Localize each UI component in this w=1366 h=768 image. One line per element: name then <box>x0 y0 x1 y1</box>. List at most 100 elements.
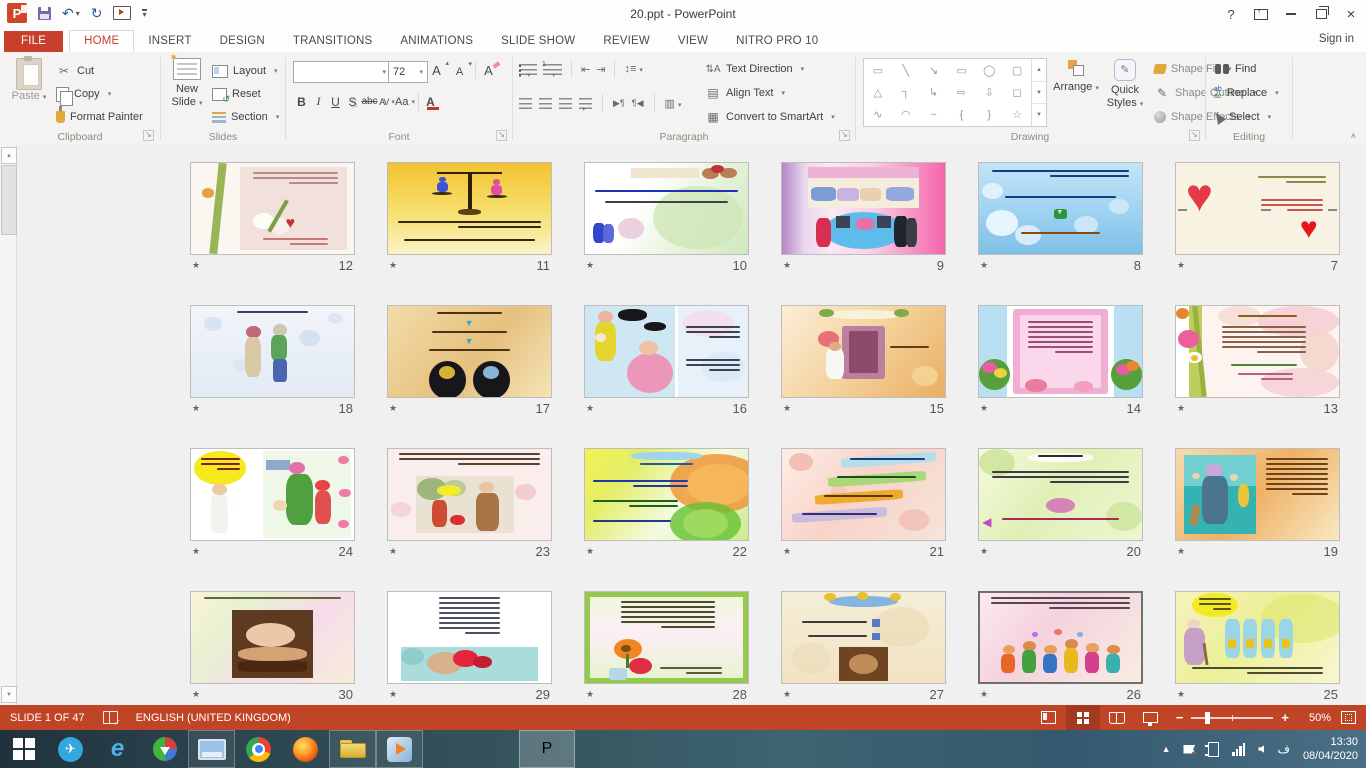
slide-thumbnail-8[interactable]: ▼ <box>978 162 1143 255</box>
slide-show-button[interactable] <box>1134 705 1168 730</box>
text-direction-button[interactable]: ⇅A Text Direction <box>701 58 808 80</box>
bullets-button[interactable] <box>519 64 537 75</box>
select-button[interactable]: Select <box>1210 106 1275 128</box>
shapes-scroll-down-icon[interactable]: ▼ <box>1032 81 1046 104</box>
animation-star-icon[interactable]: ★ <box>389 260 397 271</box>
slide-thumbnail-20[interactable]: ◀ <box>978 448 1143 541</box>
shape-option-icon[interactable]: ↳ <box>920 81 948 103</box>
slide-thumbnail-21[interactable] <box>781 448 946 541</box>
font-size-combo[interactable]: 72▾ <box>388 61 428 83</box>
taskbar-firefox-button[interactable] <box>282 730 329 768</box>
align-center-button[interactable] <box>539 98 552 109</box>
zoom-slider-thumb[interactable] <box>1205 712 1210 724</box>
shape-option-icon[interactable]: ◻ <box>1003 81 1031 103</box>
slide-thumbnail-7[interactable]: ♥♥ <box>1175 162 1340 255</box>
animation-star-icon[interactable]: ★ <box>783 260 791 271</box>
right-to-left-button[interactable]: ¶◀ <box>632 98 644 109</box>
taskbar-player-button[interactable] <box>376 730 423 768</box>
animation-star-icon[interactable]: ★ <box>980 403 988 414</box>
line-spacing-button[interactable]: ↕≡ <box>624 63 642 75</box>
shape-option-icon[interactable]: ▭ <box>864 59 892 81</box>
reset-button[interactable]: Reset <box>208 83 265 105</box>
spell-check-icon[interactable] <box>103 711 118 724</box>
minimize-button[interactable] <box>1276 3 1306 25</box>
paragraph-dialog-launcher[interactable]: ↘ <box>839 130 850 141</box>
left-to-right-button[interactable]: ▶¶ <box>613 98 625 109</box>
zoom-slider[interactable] <box>1191 717 1273 719</box>
fit-slide-to-window-icon[interactable] <box>1341 711 1356 724</box>
restore-button[interactable] <box>1306 3 1336 25</box>
shapes-scroll-up-icon[interactable]: ▲ <box>1032 59 1046 81</box>
ribbon-display-options-button[interactable] <box>1246 3 1276 25</box>
keyboard-language-indicator[interactable]: ف <box>1277 742 1289 756</box>
slide-thumbnail-12[interactable]: ♥ <box>190 162 355 255</box>
text-shadow-button[interactable]: S <box>344 92 361 111</box>
animation-star-icon[interactable]: ★ <box>192 546 200 557</box>
clipboard-dialog-launcher[interactable]: ↘ <box>143 130 154 141</box>
strikethrough-button[interactable]: abc <box>361 92 378 111</box>
tab-slide-show[interactable]: SLIDE SHOW <box>487 31 589 52</box>
taskbar-ie-button[interactable]: e <box>94 730 141 768</box>
cut-button[interactable]: ✂ Cut <box>52 60 98 82</box>
slide-thumbnail-27[interactable] <box>781 591 946 684</box>
align-left-button[interactable] <box>519 98 532 109</box>
action-center-flag-icon[interactable] <box>1183 745 1195 754</box>
animation-star-icon[interactable]: ★ <box>192 689 200 700</box>
slide-thumbnail-17[interactable]: ▼▼ <box>387 305 552 398</box>
tab-review[interactable]: REVIEW <box>589 31 664 52</box>
help-button[interactable]: ? <box>1216 3 1246 25</box>
shape-option-icon[interactable]: { <box>948 104 976 126</box>
clock[interactable]: 13:30 08/04/2020 <box>1303 735 1358 763</box>
increase-font-size-button[interactable]: A <box>428 61 445 80</box>
drawing-dialog-launcher[interactable]: ↘ <box>1189 130 1200 141</box>
paste-button[interactable]: Paste <box>8 58 50 104</box>
quick-styles-button[interactable]: ✎ Quick Styles <box>1102 59 1148 111</box>
slide-thumbnail-15[interactable] <box>781 305 946 398</box>
scrollbar-thumb[interactable] <box>1 165 17 235</box>
copy-button[interactable]: Copy <box>52 83 115 105</box>
scrollbar-up-icon[interactable]: ▲ <box>1 147 17 164</box>
justify-button[interactable] <box>579 98 592 109</box>
scrollbar-down-icon[interactable]: ▼ <box>1 686 17 703</box>
animation-star-icon[interactable]: ★ <box>783 689 791 700</box>
shape-gallery[interactable]: ▭╲↘▭◯▢△┐↳⇨⇩◻∿◠~{}☆ ▲ ▼ ▼ <box>863 58 1047 127</box>
font-name-combo[interactable]: ▾ <box>293 61 391 83</box>
sign-in-link[interactable]: Sign in <box>1319 33 1354 45</box>
animation-star-icon[interactable]: ★ <box>586 546 594 557</box>
collapse-ribbon-icon[interactable]: ˄ <box>1351 131 1356 141</box>
taskbar-telegram-button[interactable]: ✈ <box>47 730 94 768</box>
slide-thumbnail-28[interactable] <box>584 591 749 684</box>
tab-insert[interactable]: INSERT <box>134 31 205 52</box>
shape-option-icon[interactable]: ▢ <box>1003 59 1031 81</box>
animation-star-icon[interactable]: ★ <box>586 260 594 271</box>
animation-star-icon[interactable]: ★ <box>980 546 988 557</box>
underline-button[interactable]: U <box>327 92 344 111</box>
animation-star-icon[interactable]: ★ <box>389 546 397 557</box>
vertical-scrollbar[interactable]: ▲ ▼ <box>0 145 17 705</box>
section-button[interactable]: Section <box>208 106 283 128</box>
columns-button[interactable]: ▥ <box>665 97 682 110</box>
shape-option-icon[interactable]: ⇨ <box>948 81 976 103</box>
network-signal-icon[interactable] <box>1232 743 1245 756</box>
slide-thumbnail-9[interactable] <box>781 162 946 255</box>
tab-transitions[interactable]: TRANSITIONS <box>279 31 387 52</box>
font-color-button[interactable]: A <box>422 92 439 111</box>
tab-view[interactable]: VIEW <box>664 31 722 52</box>
shape-option-icon[interactable]: ⇩ <box>975 81 1003 103</box>
taskbar-chrome-button[interactable] <box>235 730 282 768</box>
shape-option-icon[interactable]: ▭ <box>948 59 976 81</box>
shape-option-icon[interactable]: ↘ <box>920 59 948 81</box>
slide-thumbnail-14[interactable] <box>978 305 1143 398</box>
animation-star-icon[interactable]: ★ <box>783 403 791 414</box>
slide-sorter-view-button[interactable] <box>1066 705 1100 730</box>
tab-nitro-pro-10[interactable]: NITRO PRO 10 <box>722 31 832 52</box>
replace-button[interactable]: abac Replace <box>1210 82 1283 104</box>
font-dialog-launcher[interactable]: ↘ <box>496 130 507 141</box>
tab-animations[interactable]: ANIMATIONS <box>386 31 487 52</box>
show-hidden-icons-icon[interactable]: ▲ <box>1162 744 1171 754</box>
shape-option-icon[interactable]: ∿ <box>864 104 892 126</box>
power-icon[interactable] <box>1208 742 1219 757</box>
slide-thumbnail-29[interactable] <box>387 591 552 684</box>
animation-star-icon[interactable]: ★ <box>586 403 594 414</box>
taskbar-explorer-button[interactable] <box>329 730 376 768</box>
